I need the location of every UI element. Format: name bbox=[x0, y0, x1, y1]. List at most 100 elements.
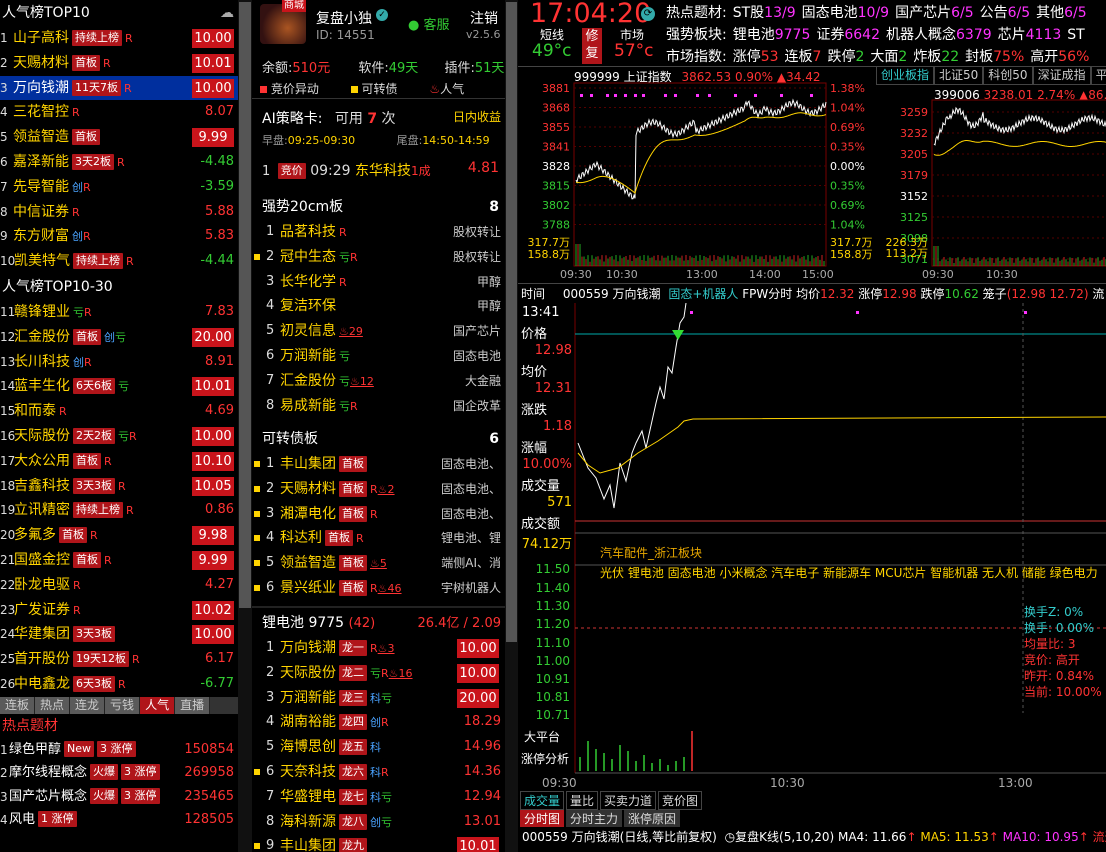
list-item[interactable]: 23 广发证券 R 10.02 bbox=[0, 598, 238, 623]
list-item[interactable]: 2 天际股份 龙二 亏R♨16 10.00 bbox=[252, 661, 505, 686]
indicator-tab[interactable]: 成交量 bbox=[520, 791, 565, 810]
auction-row[interactable]: 1 竞价 09:29 东华科技1成 4.81 bbox=[262, 160, 505, 180]
cloud-icon[interactable]: ☁ bbox=[220, 0, 234, 26]
list-item[interactable]: 3 湘潭电化 首板 R 固态电池、 bbox=[252, 502, 505, 527]
list-item[interactable]: 17 大众公用 首板 R 10.10 bbox=[0, 449, 238, 474]
chart-mode-tab[interactable]: 分时图 bbox=[520, 810, 565, 827]
list-item[interactable]: 8 易成新能 亏R 国企改革 bbox=[252, 394, 505, 419]
indicator-tab[interactable]: 竞价图 bbox=[658, 791, 703, 810]
hot-topic-item[interactable]: 3 国产芯片概念 火爆 3 涨停 235465 bbox=[0, 785, 238, 809]
shop-badge[interactable]: 商城 bbox=[282, 0, 306, 12]
mid-scrollbar[interactable] bbox=[505, 0, 518, 852]
list-item[interactable]: 19 立讯精密 持续上榜 R 0.86 bbox=[0, 498, 238, 523]
intraday-profit-link[interactable]: 日内收益 bbox=[453, 108, 501, 125]
list-item[interactable]: 7 先导智能 创R -3.59 bbox=[0, 175, 238, 200]
limit-up-analysis-button[interactable]: 涨停分析 bbox=[521, 750, 569, 767]
list-item[interactable]: 15 和而泰 R 4.69 bbox=[0, 399, 238, 424]
board-tag: 首板 bbox=[339, 555, 367, 572]
service-button[interactable]: ● 客服 bbox=[408, 14, 450, 33]
index-tab[interactable]: 创业板指 bbox=[876, 66, 935, 85]
list-item[interactable]: 6 景兴纸业 首板 R♨46 宇树机器人 bbox=[252, 576, 505, 601]
market-panel: 17:04:20 ⟳ 短线 49°c 修复 市场 57°c 热点题材: ST股13… bbox=[518, 0, 1106, 852]
list-item[interactable]: 3 长华化学 R 甲醇 bbox=[252, 270, 505, 295]
sync-icon[interactable]: ⟳ bbox=[641, 7, 655, 21]
list-item[interactable]: 21 国盛金控 首板 R 9.99 bbox=[0, 548, 238, 573]
list-item[interactable]: 3 万向钱潮 11天7板 R 10.00 bbox=[0, 75, 238, 101]
info-key: 换手: bbox=[1024, 621, 1053, 635]
left-tab[interactable]: 人气 bbox=[140, 696, 176, 714]
list-item[interactable]: 11 赣锋锂业 亏R 7.83 bbox=[0, 300, 238, 325]
hot-topic-item[interactable]: 1 绿色甲醇 New 3 涨停 150854 bbox=[0, 738, 238, 762]
flag-char: R bbox=[83, 180, 91, 194]
indicator-tab[interactable]: 量比 bbox=[566, 791, 599, 810]
indicator-tab[interactable]: 买卖力道 bbox=[600, 791, 657, 810]
list-item[interactable]: 26 中电鑫龙 6天3板 R -6.77 bbox=[0, 672, 238, 697]
list-item[interactable]: 5 海博思创 龙五科 14.96 bbox=[252, 735, 505, 760]
list-item[interactable]: 1 山子高科 持续上榜 R 10.00 bbox=[0, 26, 238, 51]
list-item[interactable]: 18 吉鑫科技 3天3板 R 10.05 bbox=[0, 474, 238, 499]
rank: 1 bbox=[0, 31, 8, 45]
list-item[interactable]: 12 汇金股份 首板 创亏 20.00 bbox=[0, 325, 238, 350]
list-item[interactable]: 4 科达利 首板 R 锂电池、锂 bbox=[252, 526, 505, 551]
left-scrollbar-thumb[interactable] bbox=[239, 2, 251, 608]
list-item[interactable]: 13 长川科技 创R 8.91 bbox=[0, 350, 238, 375]
list-item[interactable]: 7 汇金股份 亏♨12 大金融 bbox=[252, 369, 505, 394]
big-platform-button[interactable]: 大平台 bbox=[524, 728, 560, 745]
sector-header[interactable]: 锂电池 9775 (42) 26.4亿 / 2.09 bbox=[262, 612, 505, 632]
index-tab[interactable]: 平 bbox=[1090, 66, 1106, 85]
left-tab[interactable]: 连板 bbox=[0, 696, 36, 714]
left-tab[interactable]: 亏钱 bbox=[105, 696, 141, 714]
concept: 宇树机器人 bbox=[440, 580, 501, 595]
list-item[interactable]: 24 华建集团 3天3板 10.00 bbox=[0, 622, 238, 647]
left-tab[interactable]: 直播 bbox=[175, 696, 211, 714]
left-tab[interactable]: 连龙 bbox=[70, 696, 106, 714]
list-item[interactable]: 8 海科新源 龙八 创亏 13.01 bbox=[252, 810, 505, 835]
list-item[interactable]: 4 复洁环保 甲醇 bbox=[252, 294, 505, 319]
list-item[interactable]: 6 天奈科技 龙六 科R 14.36 bbox=[252, 760, 505, 785]
list-item[interactable]: 1 丰山集团 首板 固态电池、 bbox=[252, 452, 505, 477]
list-item[interactable]: 14 蓝丰生化 6天6板亏 10.01 bbox=[0, 374, 238, 399]
list-item[interactable]: 1 品茗科技 R 股权转让 bbox=[252, 220, 505, 245]
fire-count: ♨2 bbox=[377, 482, 395, 496]
list-item[interactable]: 5 初灵信息 ♨29 国产芯片 bbox=[252, 319, 505, 344]
left-scrollbar[interactable] bbox=[238, 0, 252, 852]
hot-topic-item[interactable]: 4 风电 1 涨停 128505 bbox=[0, 808, 238, 832]
list-item[interactable]: 2 冠中生态 亏R 股权转让 bbox=[252, 245, 505, 270]
list-item[interactable]: 6 万润新能亏 固态电池 bbox=[252, 344, 505, 369]
hot-topic-item[interactable]: 2 摩尔线程概念 火爆 3 涨停 269958 bbox=[0, 761, 238, 785]
rank: 16 bbox=[0, 428, 16, 443]
info-line: 换手Z: 0% bbox=[1024, 604, 1102, 620]
list-item[interactable]: 20 多氟多 首板 R 9.98 bbox=[0, 523, 238, 548]
list-item[interactable]: 22 卧龙电驱 R 4.27 bbox=[0, 573, 238, 598]
sh-index-chart[interactable]: 3881 1.38% 3868 1.04% 3855 0.69% 3841 0.35% 3828… bbox=[518, 80, 878, 282]
list-item[interactable]: 4 湖南裕能 龙四 创R 18.29 bbox=[252, 710, 505, 735]
list-item[interactable]: 16 天际股份 2天2板 亏R 10.00 bbox=[0, 424, 238, 449]
list-item[interactable]: 1 万向钱潮 龙一 R♨3 10.00 bbox=[252, 636, 505, 661]
list-item[interactable]: 2 天赐材料 首板 R♨2 固态电池、 bbox=[252, 477, 505, 502]
chart-mode-tab[interactable]: 涨停原因 bbox=[624, 810, 681, 827]
list-item[interactable]: 7 华盛锂电 龙七 科亏 12.94 bbox=[252, 785, 505, 810]
market-index-line: 市场指数: 涨停53 连板7 跌停2 大面2 炸板22 封板75% 高开56% bbox=[666, 49, 1090, 65]
left-tab[interactable]: 热点 bbox=[35, 696, 71, 714]
list-item[interactable]: 5 领益智造 首板 ♨5 端侧AI、消 bbox=[252, 551, 505, 576]
flag-char: R bbox=[84, 305, 92, 319]
list-item[interactable]: 10 凯美特气 持续上榜 R -4.44 bbox=[0, 249, 238, 274]
list-item[interactable]: 2 天赐材料 首板 R 10.01 bbox=[0, 51, 238, 76]
flag-char: R bbox=[370, 642, 378, 655]
cy-index-chart[interactable]: 32593232320531793152312530983071226.3万11… bbox=[876, 84, 1106, 282]
logout-button[interactable]: 注销 bbox=[470, 8, 498, 28]
index-tab[interactable]: 北证50 bbox=[934, 66, 984, 85]
list-item[interactable]: 9 丰山集团 龙九 10.01 bbox=[252, 834, 505, 852]
index-tab[interactable]: 深证成指 bbox=[1032, 66, 1091, 85]
list-item[interactable]: 6 嘉泽新能 3天2板 R -4.48 bbox=[0, 150, 238, 175]
list-item[interactable]: 3 万润新能 龙三 科亏 20.00 bbox=[252, 686, 505, 711]
list-item[interactable]: 9 东方财富 创R 5.83 bbox=[0, 224, 238, 249]
list-item[interactable]: 8 中信证券 R 5.88 bbox=[0, 200, 238, 225]
list-item[interactable]: 4 三花智控 R 8.07 bbox=[0, 100, 238, 125]
chart-mode-tab[interactable]: 分时主力 bbox=[566, 810, 623, 827]
info-key: 当前: bbox=[1024, 685, 1053, 699]
index-tab[interactable]: 科创50 bbox=[983, 66, 1033, 85]
list-item[interactable]: 5 领益智造 首板 9.99 bbox=[0, 125, 238, 150]
list-item[interactable]: 25 首开股份 19天12板 R 6.17 bbox=[0, 647, 238, 672]
mid-scrollbar-thumb[interactable] bbox=[506, 2, 517, 642]
